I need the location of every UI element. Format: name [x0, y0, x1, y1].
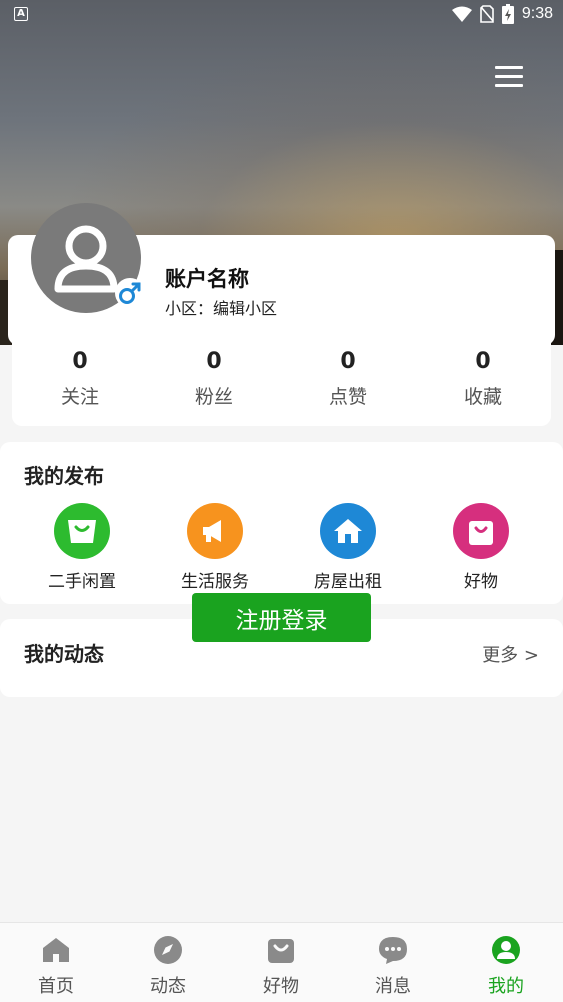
tab-label: 我的 [488, 976, 524, 997]
section-title: 我的发布 [24, 464, 104, 488]
battery-icon [501, 4, 514, 24]
stat-count: 0 [206, 349, 222, 374]
shopping-bag-icon [453, 503, 509, 559]
publish-label: 二手闲置 [48, 572, 116, 592]
publish-label: 房屋出租 [314, 572, 382, 592]
stat-label: 关注 [60, 386, 99, 408]
bag-icon [54, 503, 110, 559]
stat-label: 收藏 [463, 386, 502, 408]
app-indicator-icon: A [14, 7, 28, 21]
wifi-icon [451, 6, 472, 22]
stat-label: 粉丝 [194, 386, 233, 408]
status-bar: A 9:38 [0, 0, 563, 30]
menu-icon[interactable] [495, 66, 523, 90]
stat-label: 点赞 [328, 386, 367, 408]
no-sim-icon [480, 5, 494, 23]
house-icon [320, 503, 376, 559]
tab-label: 首页 [38, 976, 74, 997]
stat-count: 0 [72, 349, 88, 374]
user-icon [492, 936, 520, 964]
tab-label: 好物 [263, 976, 299, 997]
tab-goods[interactable]: 好物 [225, 923, 337, 1002]
publish-life-service[interactable]: 生活服务 [155, 503, 275, 592]
tab-label: 消息 [375, 976, 411, 997]
tab-messages[interactable]: 消息 [337, 923, 449, 1002]
stat-count: 0 [340, 349, 356, 374]
stat-likes[interactable]: 0 点赞 [288, 347, 408, 409]
tab-mine[interactable]: 我的 [450, 923, 562, 1002]
publish-secondhand[interactable]: 二手闲置 [22, 503, 142, 592]
bag-icon [268, 939, 294, 963]
bottom-tab-bar: 首页 动态 好物 消息 我的 [0, 922, 563, 1002]
clock: 9:38 [521, 5, 553, 22]
chat-icon [379, 937, 407, 964]
publish-label: 好物 [464, 572, 498, 592]
tab-home[interactable]: 首页 [0, 923, 112, 1002]
community-label[interactable]: 小区：编辑小区 [165, 295, 277, 319]
stat-following[interactable]: 0 关注 [20, 347, 140, 409]
more-link[interactable]: 更多 > [482, 641, 539, 667]
publish-goods[interactable]: 好物 [421, 503, 541, 592]
tab-dynamics[interactable]: 动态 [112, 923, 224, 1002]
account-name[interactable]: 账户名称 [165, 263, 249, 293]
stat-favorites[interactable]: 0 收藏 [423, 347, 543, 409]
stat-count: 0 [475, 349, 491, 374]
home-icon [43, 938, 69, 962]
publish-house-rental[interactable]: 房屋出租 [288, 503, 408, 592]
section-title: 我的动态 [24, 642, 104, 666]
register-login-button[interactable]: 注册登录 [192, 593, 371, 642]
megaphone-icon [187, 503, 243, 559]
male-gender-icon [115, 278, 145, 308]
publish-label: 生活服务 [181, 572, 249, 592]
compass-icon [154, 936, 182, 964]
tab-label: 动态 [150, 976, 186, 997]
stat-fans[interactable]: 0 粉丝 [154, 347, 274, 409]
